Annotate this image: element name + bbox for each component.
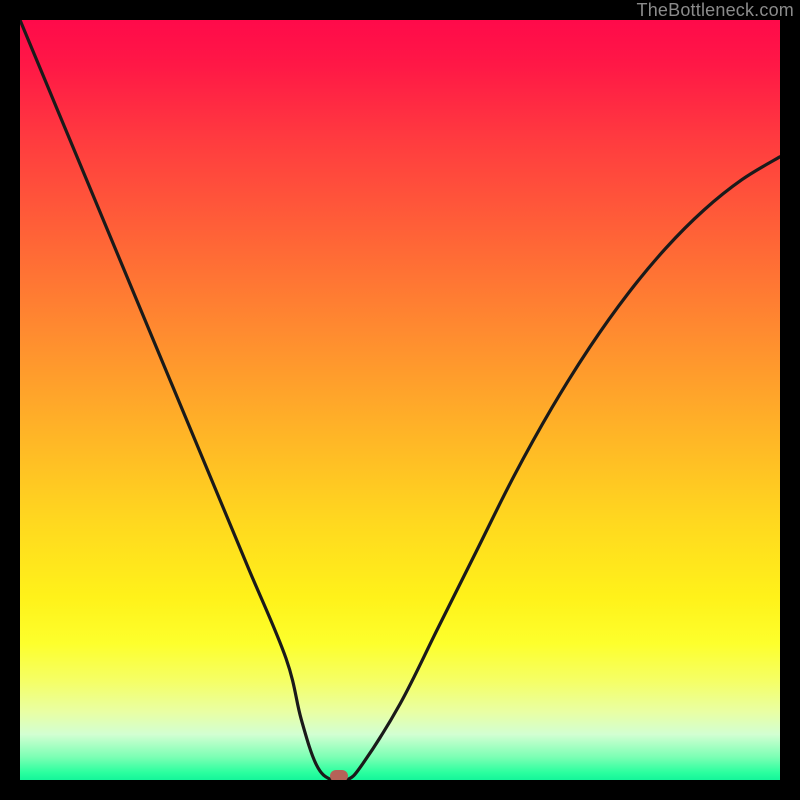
plot-area xyxy=(20,20,780,780)
bottleneck-curve xyxy=(20,20,780,780)
minimum-marker xyxy=(330,770,348,780)
watermark-text: TheBottleneck.com xyxy=(637,0,794,20)
curve-layer xyxy=(20,20,780,780)
chart-stage: TheBottleneck.com xyxy=(0,0,800,800)
